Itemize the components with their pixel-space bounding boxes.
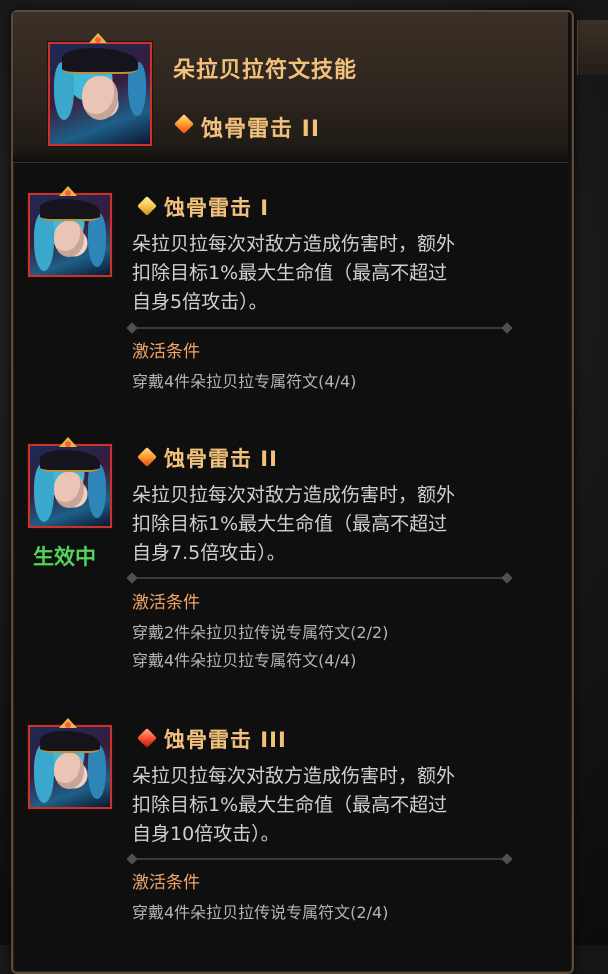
- active-status-badge: 生效中: [33, 545, 96, 569]
- skill-portrait: [28, 193, 112, 277]
- condition-item: 穿戴4件朵拉贝拉专属符文(4/4): [132, 651, 357, 670]
- skill-description: 朵拉贝拉每次对敌方造成伤害时，额外 扣除目标1%最大生命值（最高不超过 自身5倍…: [132, 233, 456, 313]
- crown-icon: [59, 437, 77, 447]
- current-skill-name: 蚀骨雷击 II: [201, 117, 321, 142]
- crown-icon: [89, 33, 107, 43]
- skill-portrait: [28, 444, 112, 528]
- condition-item: 穿戴4件朵拉贝拉专属符文(4/4): [132, 372, 357, 391]
- skill-description: 朵拉贝拉每次对敌方造成伤害时，额外 扣除目标1%最大生命值（最高不超过 自身10…: [132, 765, 456, 845]
- condition-label: 激活条件: [132, 593, 200, 613]
- condition-label: 激活条件: [132, 342, 200, 362]
- condition-item: 穿戴4件朵拉贝拉传说专属符文(2/4): [132, 903, 389, 922]
- divider: [132, 577, 507, 579]
- divider: [132, 858, 507, 860]
- panel-title: 朵拉贝拉符文技能: [173, 58, 358, 83]
- skill-portrait: [28, 725, 112, 809]
- skill-name: 蚀骨雷击 II: [164, 447, 278, 471]
- divider: [132, 327, 507, 329]
- crown-icon: [59, 718, 77, 728]
- skill-name: 蚀骨雷击 III: [164, 728, 287, 752]
- condition-item: 穿戴2件朵拉贝拉传说专属符文(2/2): [132, 623, 389, 642]
- skill-description: 朵拉贝拉每次对敌方造成伤害时，额外 扣除目标1%最大生命值（最高不超过 自身7.…: [132, 484, 456, 564]
- hero-portrait: [48, 42, 152, 146]
- skill-name: 蚀骨雷击 I: [164, 196, 270, 220]
- crown-icon: [59, 186, 77, 196]
- condition-label: 激活条件: [132, 873, 200, 893]
- side-ornament: [577, 20, 608, 75]
